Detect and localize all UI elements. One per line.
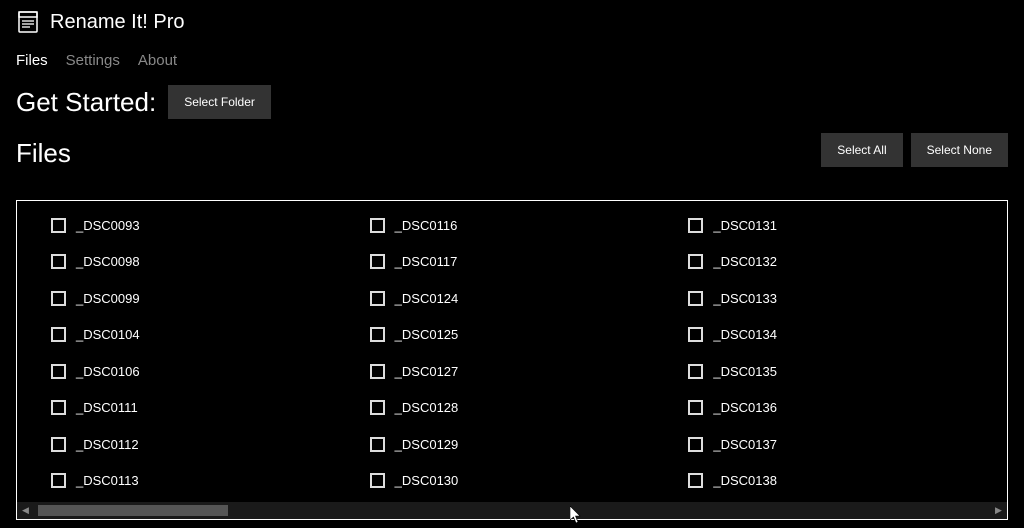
list-item[interactable]: _DSC0098: [51, 244, 370, 281]
checkbox[interactable]: [370, 437, 385, 452]
files-column: _DSC0116 _DSC0117 _DSC0124 _DSC0125 _DSC0127…: [370, 207, 689, 499]
app-icon: [16, 10, 40, 34]
list-item[interactable]: _DSC0125: [370, 317, 689, 354]
list-item[interactable]: _DSC0112: [51, 426, 370, 463]
checkbox[interactable]: [51, 291, 66, 306]
checkbox[interactable]: [51, 364, 66, 379]
list-item[interactable]: _DSC0137: [688, 426, 1007, 463]
checkbox[interactable]: [688, 291, 703, 306]
list-item[interactable]: _DSC0113: [51, 463, 370, 500]
get-started-label: Get Started:: [16, 87, 156, 118]
file-name-label: _DSC0131: [713, 218, 777, 233]
list-item[interactable]: _DSC0124: [370, 280, 689, 317]
files-column: _DSC0093 _DSC0098 _DSC0099 _DSC0104 _DSC0106…: [51, 207, 370, 499]
checkbox[interactable]: [51, 400, 66, 415]
file-name-label: _DSC0112: [76, 437, 139, 452]
tab-bar: Files Settings About: [0, 40, 1024, 79]
select-none-button[interactable]: Select None: [911, 133, 1008, 167]
file-name-label: _DSC0133: [713, 291, 777, 306]
list-item[interactable]: _DSC0130: [370, 463, 689, 500]
list-item[interactable]: _DSC0132: [688, 244, 1007, 281]
checkbox[interactable]: [688, 364, 703, 379]
checkbox[interactable]: [688, 400, 703, 415]
file-name-label: _DSC0127: [395, 364, 459, 379]
tab-about[interactable]: About: [138, 52, 177, 69]
file-name-label: _DSC0134: [713, 327, 777, 342]
scrollbar-track[interactable]: [34, 502, 990, 519]
list-item[interactable]: _DSC0093: [51, 207, 370, 244]
list-item[interactable]: _DSC0133: [688, 280, 1007, 317]
file-name-label: _DSC0124: [395, 291, 459, 306]
checkbox[interactable]: [370, 364, 385, 379]
checkbox[interactable]: [688, 437, 703, 452]
tab-settings[interactable]: Settings: [66, 52, 120, 69]
file-name-label: _DSC0136: [713, 400, 777, 415]
files-grid: _DSC0093 _DSC0098 _DSC0099 _DSC0104 _DSC0106…: [17, 201, 1007, 499]
files-heading: Files: [16, 138, 71, 169]
checkbox[interactable]: [688, 473, 703, 488]
file-name-label: _DSC0128: [395, 400, 459, 415]
list-item[interactable]: _DSC0099: [51, 280, 370, 317]
file-name-label: _DSC0116: [395, 218, 458, 233]
file-name-label: _DSC0138: [713, 473, 777, 488]
files-header-buttons: Select All Select None: [821, 133, 1008, 169]
checkbox[interactable]: [51, 437, 66, 452]
file-name-label: _DSC0099: [76, 291, 140, 306]
titlebar: Rename It! Pro: [0, 0, 1024, 40]
checkbox[interactable]: [51, 327, 66, 342]
checkbox[interactable]: [688, 218, 703, 233]
list-item[interactable]: _DSC0111: [51, 390, 370, 427]
list-item[interactable]: _DSC0128: [370, 390, 689, 427]
file-name-label: _DSC0098: [76, 254, 140, 269]
checkbox[interactable]: [370, 218, 385, 233]
list-item[interactable]: _DSC0117: [370, 244, 689, 281]
file-name-label: _DSC0117: [395, 254, 458, 269]
select-all-button[interactable]: Select All: [821, 133, 902, 167]
list-item[interactable]: _DSC0106: [51, 353, 370, 390]
file-name-label: _DSC0137: [713, 437, 777, 452]
files-column: _DSC0131 _DSC0132 _DSC0133 _DSC0134 _DSC0135…: [688, 207, 1007, 499]
file-name-label: _DSC0106: [76, 364, 140, 379]
files-header-row: Files Select All Select None: [0, 133, 1024, 173]
checkbox[interactable]: [370, 291, 385, 306]
scroll-right-arrow-icon[interactable]: ▶: [990, 502, 1007, 519]
horizontal-scrollbar[interactable]: ◀ ▶: [17, 502, 1007, 519]
checkbox[interactable]: [370, 400, 385, 415]
file-name-label: _DSC0111: [76, 400, 138, 415]
checkbox[interactable]: [51, 218, 66, 233]
select-folder-button[interactable]: Select Folder: [168, 85, 271, 119]
list-item[interactable]: _DSC0136: [688, 390, 1007, 427]
files-scroll-area[interactable]: _DSC0093 _DSC0098 _DSC0099 _DSC0104 _DSC0106…: [17, 201, 1007, 502]
checkbox[interactable]: [688, 327, 703, 342]
list-item[interactable]: _DSC0104: [51, 317, 370, 354]
app-title: Rename It! Pro: [50, 11, 185, 34]
file-name-label: _DSC0135: [713, 364, 777, 379]
checkbox[interactable]: [370, 254, 385, 269]
list-item[interactable]: _DSC0135: [688, 353, 1007, 390]
list-item[interactable]: _DSC0127: [370, 353, 689, 390]
list-item[interactable]: _DSC0131: [688, 207, 1007, 244]
checkbox[interactable]: [51, 254, 66, 269]
file-name-label: _DSC0125: [395, 327, 459, 342]
tab-files[interactable]: Files: [16, 52, 48, 69]
files-list-box: _DSC0093 _DSC0098 _DSC0099 _DSC0104 _DSC0106…: [16, 200, 1008, 520]
get-started-row: Get Started: Select Folder: [0, 79, 1024, 133]
file-name-label: _DSC0104: [76, 327, 140, 342]
list-item[interactable]: _DSC0134: [688, 317, 1007, 354]
checkbox[interactable]: [370, 327, 385, 342]
scroll-left-arrow-icon[interactable]: ◀: [17, 502, 34, 519]
checkbox[interactable]: [688, 254, 703, 269]
checkbox[interactable]: [51, 473, 66, 488]
list-item[interactable]: _DSC0129: [370, 426, 689, 463]
file-name-label: _DSC0130: [395, 473, 459, 488]
file-name-label: _DSC0093: [76, 218, 140, 233]
list-item[interactable]: _DSC0138: [688, 463, 1007, 500]
scrollbar-thumb[interactable]: [38, 505, 228, 516]
file-name-label: _DSC0113: [76, 473, 139, 488]
list-item[interactable]: _DSC0116: [370, 207, 689, 244]
file-name-label: _DSC0132: [713, 254, 777, 269]
file-name-label: _DSC0129: [395, 437, 459, 452]
checkbox[interactable]: [370, 473, 385, 488]
